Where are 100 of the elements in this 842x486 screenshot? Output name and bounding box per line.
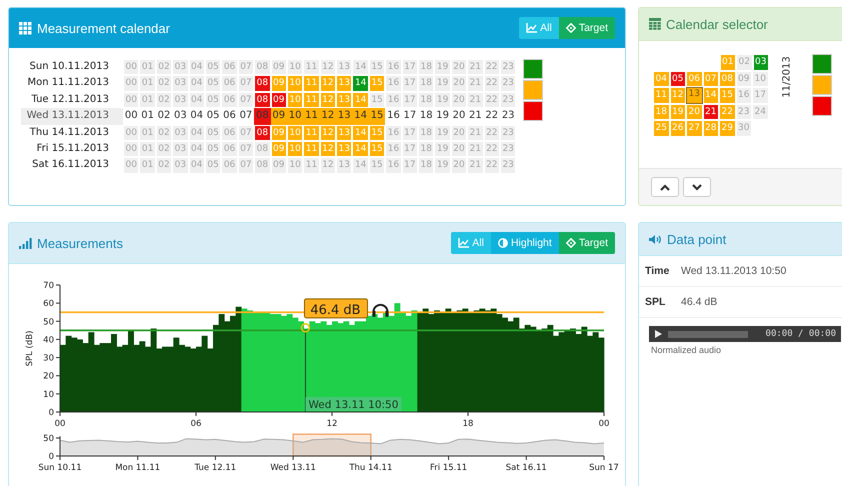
hour-cell[interactable]: 23 — [500, 157, 516, 174]
hour-cell[interactable]: 13 — [336, 92, 352, 108]
hour-cell[interactable]: 19 — [434, 59, 451, 76]
hour-cell[interactable]: 23 — [500, 124, 516, 141]
hour-cell[interactable]: 06 — [221, 75, 238, 92]
date-cell[interactable]: 05 — [670, 70, 686, 87]
hour-cell[interactable]: 17 — [402, 108, 418, 125]
hour-cell[interactable]: 08 — [254, 124, 271, 141]
day-label[interactable]: Sun 10.11.2013 — [21, 59, 123, 76]
hour-cell[interactable]: 12 — [320, 108, 336, 125]
date-cell[interactable]: 07 — [702, 70, 719, 87]
hour-cell[interactable]: 05 — [204, 59, 222, 76]
hour-cell[interactable]: 01 — [139, 92, 156, 108]
hour-cell[interactable]: 07 — [238, 75, 254, 92]
hour-cell[interactable]: 03 — [172, 140, 189, 158]
hour-cell[interactable]: 16 — [385, 92, 402, 108]
hour-cell[interactable]: 11 — [303, 108, 320, 125]
hour-cell[interactable]: 13 — [336, 108, 352, 125]
hour-cell[interactable]: 13 — [336, 157, 352, 174]
hour-cell[interactable]: 08 — [254, 157, 271, 174]
date-cell[interactable]: 03 — [752, 54, 769, 70]
hour-cell[interactable]: 12 — [320, 75, 336, 92]
hour-cell[interactable]: 15 — [368, 59, 386, 76]
date-cell[interactable]: 24 — [752, 104, 768, 120]
hour-cell[interactable]: 00 — [123, 59, 140, 76]
hour-cell[interactable]: 05 — [204, 157, 222, 174]
hour-cell[interactable]: 22 — [484, 108, 500, 125]
hour-cell[interactable]: 03 — [172, 157, 189, 174]
hour-cell[interactable]: 14 — [352, 124, 369, 141]
hour-cell[interactable]: 22 — [484, 124, 500, 141]
hour-cell[interactable]: 19 — [434, 92, 451, 108]
hour-cell[interactable]: 07 — [238, 124, 254, 141]
date-cell[interactable]: 18 — [653, 104, 670, 120]
hour-cell[interactable]: 20 — [450, 157, 468, 174]
hour-cell[interactable]: 07 — [238, 59, 254, 76]
hour-cell[interactable]: 02 — [156, 124, 172, 141]
hour-cell[interactable]: 18 — [418, 157, 434, 174]
hour-cell[interactable]: 06 — [221, 59, 238, 76]
hour-cell[interactable]: 04 — [188, 108, 205, 125]
hour-cell[interactable]: 08 — [254, 75, 271, 92]
date-cell[interactable]: 06 — [686, 70, 702, 87]
hour-cell[interactable]: 14 — [352, 108, 369, 125]
headphones-icon[interactable] — [372, 304, 388, 317]
filter-button[interactable]: Target — [558, 232, 615, 254]
hour-cell[interactable]: 03 — [172, 75, 189, 92]
hour-cell[interactable]: 16 — [385, 140, 402, 158]
hour-cell[interactable]: 18 — [418, 59, 434, 76]
hour-cell[interactable]: 06 — [221, 157, 238, 174]
hour-cell[interactable]: 18 — [418, 92, 434, 108]
hour-cell[interactable]: 22 — [484, 59, 500, 76]
hour-cell[interactable]: 01 — [139, 59, 156, 76]
hour-cell[interactable]: 13 — [336, 75, 352, 92]
date-cell[interactable]: 02 — [736, 54, 752, 70]
hour-cell[interactable]: 21 — [467, 140, 484, 158]
hour-cell[interactable]: 17 — [402, 75, 418, 92]
date-cell[interactable]: 10 — [752, 70, 768, 87]
hour-cell[interactable]: 10 — [286, 157, 304, 174]
hour-cell[interactable]: 10 — [286, 59, 304, 76]
hour-cell[interactable]: 04 — [188, 59, 205, 76]
date-cell[interactable]: 25 — [653, 120, 670, 136]
hour-cell[interactable]: 00 — [123, 75, 140, 92]
hour-cell[interactable]: 15 — [368, 75, 386, 92]
date-cell[interactable]: 14 — [702, 87, 719, 104]
date-cell[interactable]: 22 — [719, 104, 736, 120]
hour-cell[interactable]: 03 — [172, 92, 189, 108]
hour-cell[interactable]: 13 — [336, 124, 352, 141]
date-cell[interactable]: 29 — [719, 120, 736, 136]
hour-cell[interactable]: 11 — [303, 157, 320, 174]
date-cell[interactable]: 26 — [670, 120, 686, 136]
hour-cell[interactable]: 04 — [188, 157, 205, 174]
hour-cell[interactable]: 09 — [270, 59, 287, 76]
date-cell[interactable]: 28 — [702, 120, 719, 136]
hour-cell[interactable]: 04 — [188, 124, 205, 141]
hour-cell[interactable]: 11 — [303, 92, 320, 108]
day-label[interactable]: Mon 11.11.2013 — [21, 75, 123, 92]
hour-cell[interactable]: 05 — [204, 75, 222, 92]
hour-cell[interactable]: 13 — [336, 59, 352, 76]
date-cell[interactable]: 13 — [686, 87, 702, 104]
hour-cell[interactable]: 21 — [467, 157, 484, 174]
hour-cell[interactable]: 21 — [467, 75, 484, 92]
hour-cell[interactable]: 01 — [139, 124, 156, 141]
hour-cell[interactable]: 09 — [270, 108, 287, 125]
hour-cell[interactable]: 08 — [254, 140, 271, 158]
hour-cell[interactable]: 20 — [450, 59, 468, 76]
hour-cell[interactable]: 16 — [385, 108, 402, 125]
hour-cell[interactable]: 21 — [467, 108, 484, 125]
hour-cell[interactable]: 11 — [303, 75, 320, 92]
hour-cell[interactable]: 00 — [123, 92, 140, 108]
hour-cell[interactable]: 10 — [286, 75, 304, 92]
date-cell[interactable]: 08 — [719, 70, 736, 87]
hour-cell[interactable]: 11 — [303, 124, 320, 141]
hour-cell[interactable]: 18 — [418, 75, 434, 92]
play-icon[interactable] — [655, 330, 662, 338]
hour-cell[interactable]: 01 — [139, 75, 156, 92]
hour-cell[interactable]: 07 — [238, 157, 254, 174]
date-cell[interactable]: 20 — [686, 104, 702, 120]
hour-cell[interactable]: 21 — [467, 124, 484, 141]
hour-cell[interactable]: 22 — [484, 157, 500, 174]
day-label[interactable]: Tue 12.11.2013 — [21, 92, 123, 108]
hour-cell[interactable]: 02 — [156, 108, 172, 125]
